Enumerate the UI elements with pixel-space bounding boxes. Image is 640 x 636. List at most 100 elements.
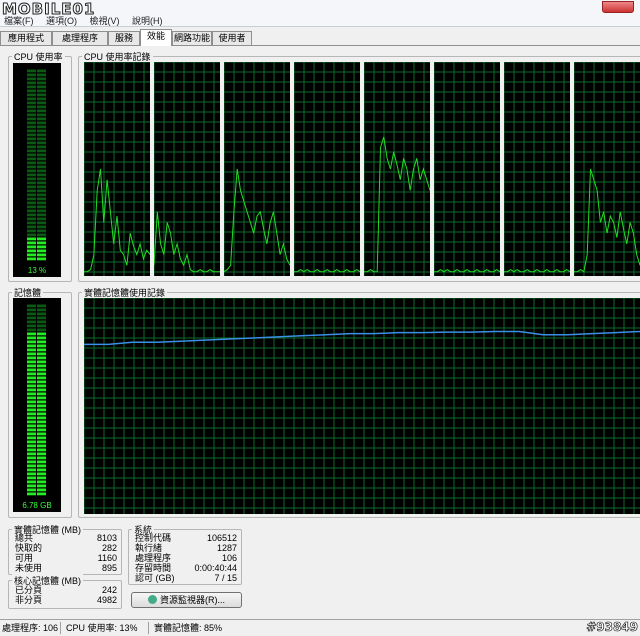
meter-segment	[27, 452, 36, 456]
meter-segment	[37, 416, 46, 420]
stat-row: 未使用 895	[15, 563, 117, 573]
meter-segment	[37, 233, 46, 237]
meter-segment	[37, 448, 46, 452]
meter-segment	[37, 312, 46, 316]
meter-segment	[37, 149, 46, 153]
stat-value: 8103	[96, 533, 117, 543]
meter-segment	[27, 117, 36, 121]
meter-segment	[27, 73, 36, 77]
meter-segment	[37, 213, 46, 217]
menu-file[interactable]: 檔案(F)	[4, 16, 34, 26]
meter-segment	[37, 133, 46, 137]
cpu-core-graph	[574, 62, 640, 276]
meter-segment	[27, 372, 36, 376]
menu-view[interactable]: 檢視(V)	[90, 16, 120, 26]
meter-segment	[27, 408, 36, 412]
tab-users[interactable]: 使用者	[212, 31, 252, 45]
status-bar: 處理程序: 106 CPU 使用率: 13% 實體記憶體: 85%	[0, 619, 640, 636]
stat-value: 1160	[97, 553, 117, 563]
meter-segment	[37, 161, 46, 165]
meter-segment	[37, 336, 46, 340]
meter-segment	[37, 364, 46, 368]
tab-performance[interactable]: 效能	[140, 29, 172, 46]
meter-segment	[27, 93, 36, 97]
resource-monitor-button[interactable]: 資源監視器(R)...	[131, 592, 242, 608]
memory-meter: 6.78 GB	[13, 298, 61, 512]
meter-segment	[37, 396, 46, 400]
meter-segment	[27, 488, 36, 492]
meter-segment	[37, 217, 46, 221]
stat-label: 處理程序	[135, 553, 172, 563]
meter-segment	[27, 181, 36, 185]
stat-value: 0:00:40:44	[194, 563, 237, 573]
cpu-core-trace	[364, 62, 430, 276]
meter-segment	[27, 125, 36, 129]
meter-segment	[27, 324, 36, 328]
stat-value: 106	[221, 553, 237, 563]
meter-segment	[27, 233, 36, 237]
meter-segment	[27, 105, 36, 109]
tab-services[interactable]: 服務	[108, 31, 140, 45]
stat-row: 存留時間 0:00:40:44	[135, 563, 237, 573]
meter-segment	[37, 352, 46, 356]
meter-segment	[27, 392, 36, 396]
meter-segment	[27, 404, 36, 408]
meter-segment	[27, 237, 36, 241]
close-window-icon[interactable]	[602, 1, 634, 13]
meter-segment	[27, 113, 36, 117]
meter-segment	[27, 304, 36, 308]
stat-label: 認可 (GB)	[135, 573, 175, 583]
meter-segment	[27, 420, 36, 424]
meter-segment	[37, 117, 46, 121]
meter-segment	[27, 141, 36, 145]
menu-options[interactable]: 選項(O)	[46, 16, 77, 26]
meter-segment	[37, 189, 46, 193]
stat-label: 快取的	[15, 543, 43, 553]
meter-segment	[27, 332, 36, 336]
menu-items: 檔案(F) 選項(O) 檢視(V) 說明(H)	[4, 14, 173, 27]
meter-segment	[37, 348, 46, 352]
meter-segment	[37, 380, 46, 384]
meter-segment	[37, 340, 46, 344]
meter-segment	[27, 193, 36, 197]
meter-segment	[37, 69, 46, 73]
meter-segment	[27, 241, 36, 245]
meter-segment	[37, 476, 46, 480]
tab-applications[interactable]: 應用程式	[0, 31, 52, 45]
meter-segment	[37, 73, 46, 77]
meter-segment	[37, 229, 46, 233]
meter-segment	[37, 221, 46, 225]
meter-segment	[37, 424, 46, 428]
meter-segment	[37, 356, 46, 360]
meter-segment	[37, 464, 46, 468]
cpu-core-trace	[574, 62, 640, 276]
cpu-usage-meter: 13 %	[13, 63, 61, 277]
meter-segment	[37, 245, 46, 249]
meter-segment	[27, 165, 36, 169]
meter-segment	[27, 69, 36, 73]
meter-segment	[27, 344, 36, 348]
meter-segment	[27, 396, 36, 400]
meter-segment	[27, 225, 36, 229]
status-separator	[60, 622, 61, 634]
meter-segment	[37, 125, 46, 129]
menu-help[interactable]: 說明(H)	[132, 16, 163, 26]
meter-segment	[37, 241, 46, 245]
meter-segment	[37, 480, 46, 484]
meter-segment	[27, 312, 36, 316]
meter-segment	[37, 165, 46, 169]
meter-segment	[27, 424, 36, 428]
meter-segment	[37, 177, 46, 181]
meter-segment	[27, 169, 36, 173]
tab-processes[interactable]: 處理程序	[52, 31, 108, 45]
meter-segment	[27, 209, 36, 213]
meter-segment	[37, 328, 46, 332]
meter-segment	[37, 384, 46, 388]
meter-segment	[27, 77, 36, 81]
meter-segment	[37, 332, 46, 336]
status-memory: 實體記憶體: 85%	[154, 623, 223, 633]
meter-segment	[27, 153, 36, 157]
cpu-history-graphs	[84, 62, 640, 278]
meter-segment	[27, 145, 36, 149]
tab-networking[interactable]: 網路功能	[172, 31, 212, 45]
